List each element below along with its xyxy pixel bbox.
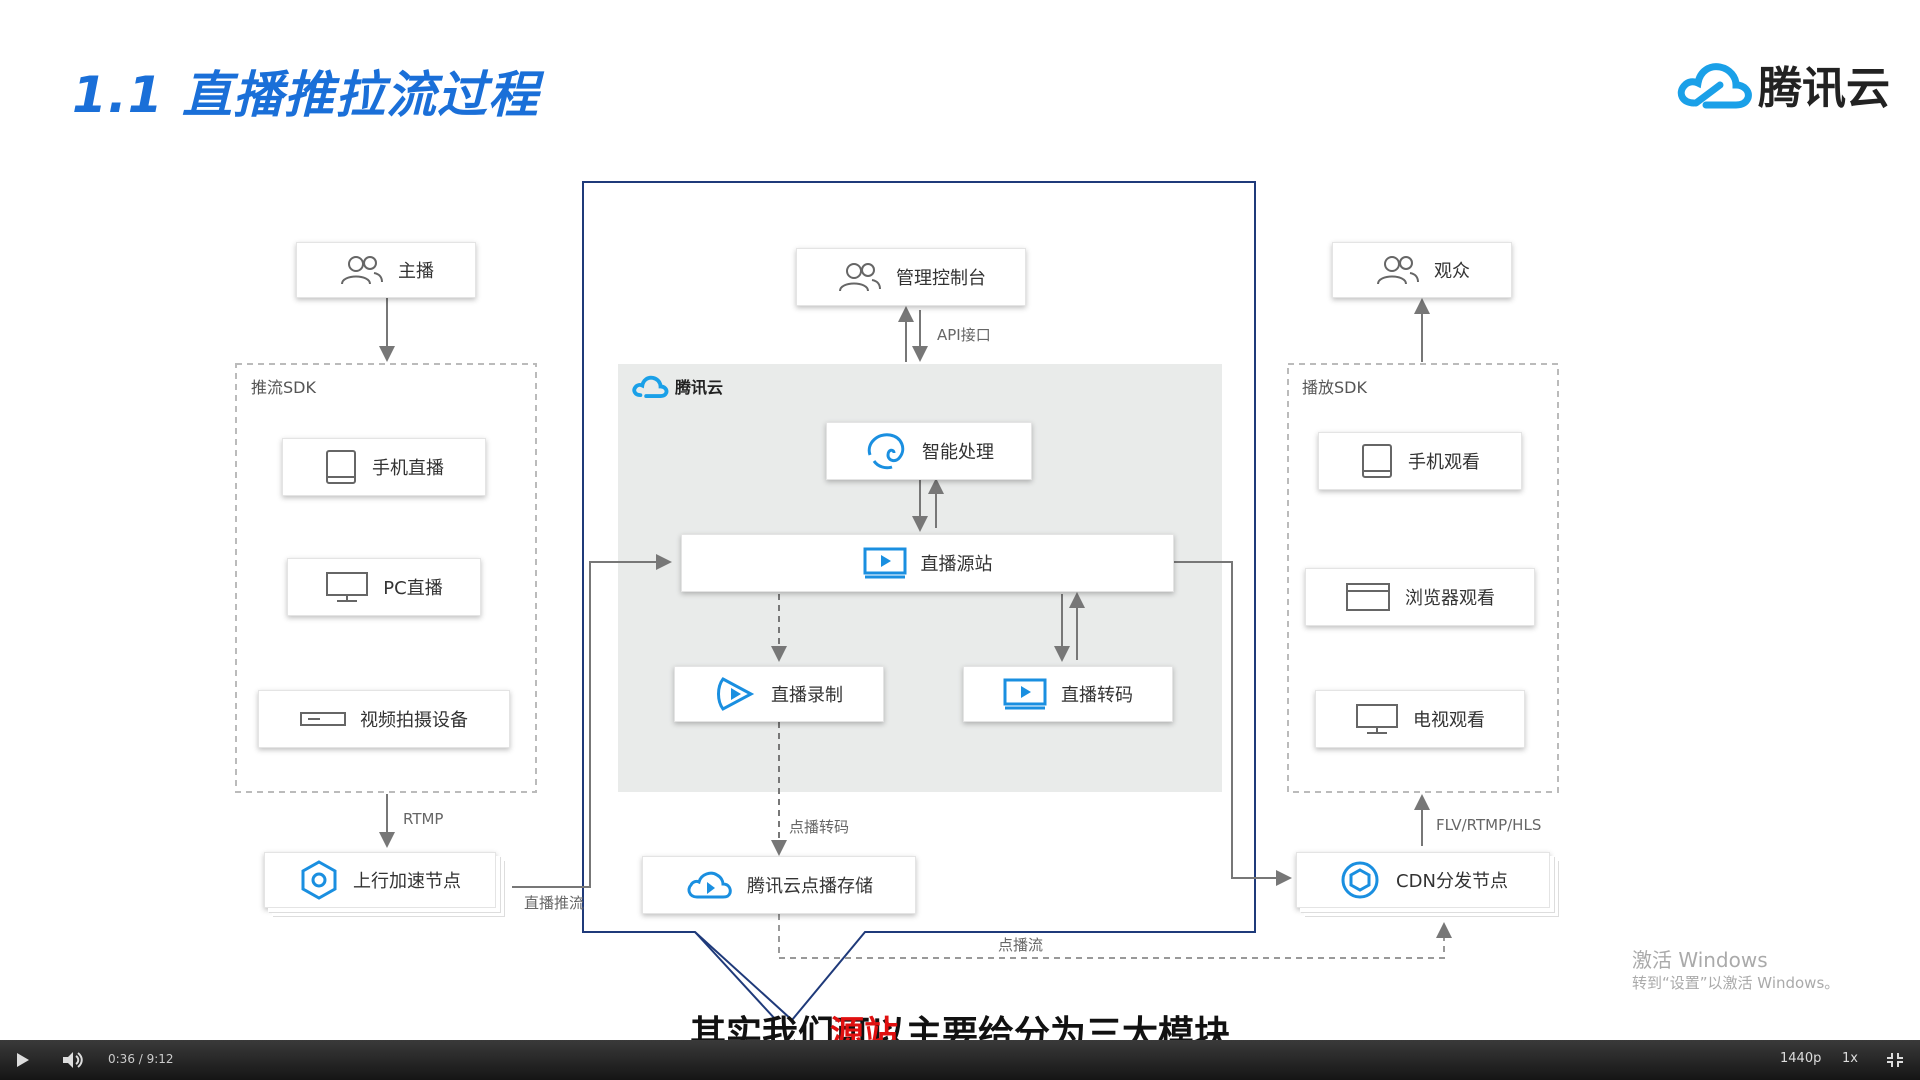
live-transcode-node: 直播转码	[963, 666, 1173, 722]
cloud-area-label: 腾讯云	[631, 374, 723, 398]
push-stream-label: 直播推流	[524, 894, 585, 912]
volume-icon[interactable]	[62, 1051, 84, 1069]
origin-label: 直播源站	[920, 554, 993, 575]
monitor-icon	[326, 572, 369, 602]
device-icon	[300, 712, 346, 726]
playback-time: 0:36 / 9:12	[108, 1052, 174, 1066]
camera-device-label: 视频拍摄设备	[360, 710, 468, 731]
uplink-node: 上行加速节点	[264, 852, 496, 908]
video-play-icon	[863, 547, 906, 579]
tablet-icon	[326, 450, 356, 484]
console-label: 管理控制台	[896, 268, 986, 289]
play-circle-icon	[717, 677, 755, 711]
browser-watch-label: 浏览器观看	[1405, 588, 1495, 609]
audience-label: 观众	[1434, 261, 1470, 282]
audience-node: 观众	[1332, 242, 1512, 298]
cloud-play-icon	[687, 871, 732, 899]
console-node: 管理控制台	[796, 248, 1026, 306]
play-protocols-label: FLV/RTMP/HLS	[1436, 816, 1542, 834]
mobile-live-node: 手机直播	[282, 438, 486, 496]
activation-watermark-title: 激活 Windows	[1632, 948, 1768, 972]
play-sdk-label: 播放SDK	[1302, 378, 1367, 397]
cloud-logo-icon	[632, 375, 669, 398]
activation-watermark-hint: 转到“设置”以激活 Windows。	[1632, 974, 1840, 992]
vod-transcode-label: 点播转码	[789, 818, 850, 836]
brain-icon	[867, 433, 905, 470]
camera-device-node: 视频拍摄设备	[258, 690, 510, 748]
accelerate-icon	[301, 860, 337, 900]
cdn-node: CDN分发节点	[1296, 852, 1550, 908]
origin-node: 直播源站	[681, 534, 1174, 592]
play-icon[interactable]	[16, 1052, 30, 1068]
cdn-label: CDN分发节点	[1396, 871, 1508, 892]
mobile-live-label: 手机直播	[372, 458, 444, 479]
vod-storage-node: 腾讯云点播存储	[642, 856, 916, 914]
anchor-node: 主播	[296, 242, 476, 298]
video-play-icon	[1003, 678, 1047, 710]
anchor-label: 主播	[398, 261, 434, 282]
browser-watch-node: 浏览器观看	[1305, 568, 1535, 626]
uplink-label: 上行加速节点	[353, 871, 461, 892]
browser-window-icon	[1346, 583, 1390, 611]
live-record-node: 直播录制	[674, 666, 884, 722]
live-record-label: 直播录制	[771, 685, 843, 706]
monitor-icon	[1356, 704, 1398, 734]
vod-stream-label: 点播流	[998, 936, 1044, 954]
ai-processing-label: 智能处理	[922, 442, 994, 463]
tablet-icon	[1362, 444, 1392, 478]
vod-storage-label: 腾讯云点播存储	[747, 876, 873, 897]
cloud-area-text: 腾讯云	[675, 378, 724, 397]
speed-button[interactable]: 1x	[1842, 1051, 1858, 1066]
live-transcode-label: 直播转码	[1061, 685, 1133, 706]
tv-watch-node: 电视观看	[1315, 690, 1525, 748]
mobile-watch-node: 手机观看	[1318, 432, 1522, 490]
push-sdk-label: 推流SDK	[251, 378, 316, 397]
ai-processing-node: 智能处理	[826, 422, 1032, 480]
exit-fullscreen-icon[interactable]	[1886, 1052, 1904, 1068]
cdn-icon	[1341, 861, 1379, 899]
player-controls: 0:36 / 9:12 1440p 1x	[0, 1040, 1920, 1080]
mobile-watch-label: 手机观看	[1408, 452, 1480, 473]
tv-watch-label: 电视观看	[1413, 710, 1485, 731]
users-icon	[341, 256, 383, 285]
api-label: API接口	[937, 326, 991, 344]
users-icon	[1377, 256, 1419, 285]
quality-button[interactable]: 1440p	[1780, 1051, 1821, 1066]
pc-live-node: PC直播	[287, 558, 481, 616]
users-icon	[839, 263, 881, 292]
rtmp-label: RTMP	[403, 810, 444, 828]
pc-live-label: PC直播	[383, 578, 443, 599]
